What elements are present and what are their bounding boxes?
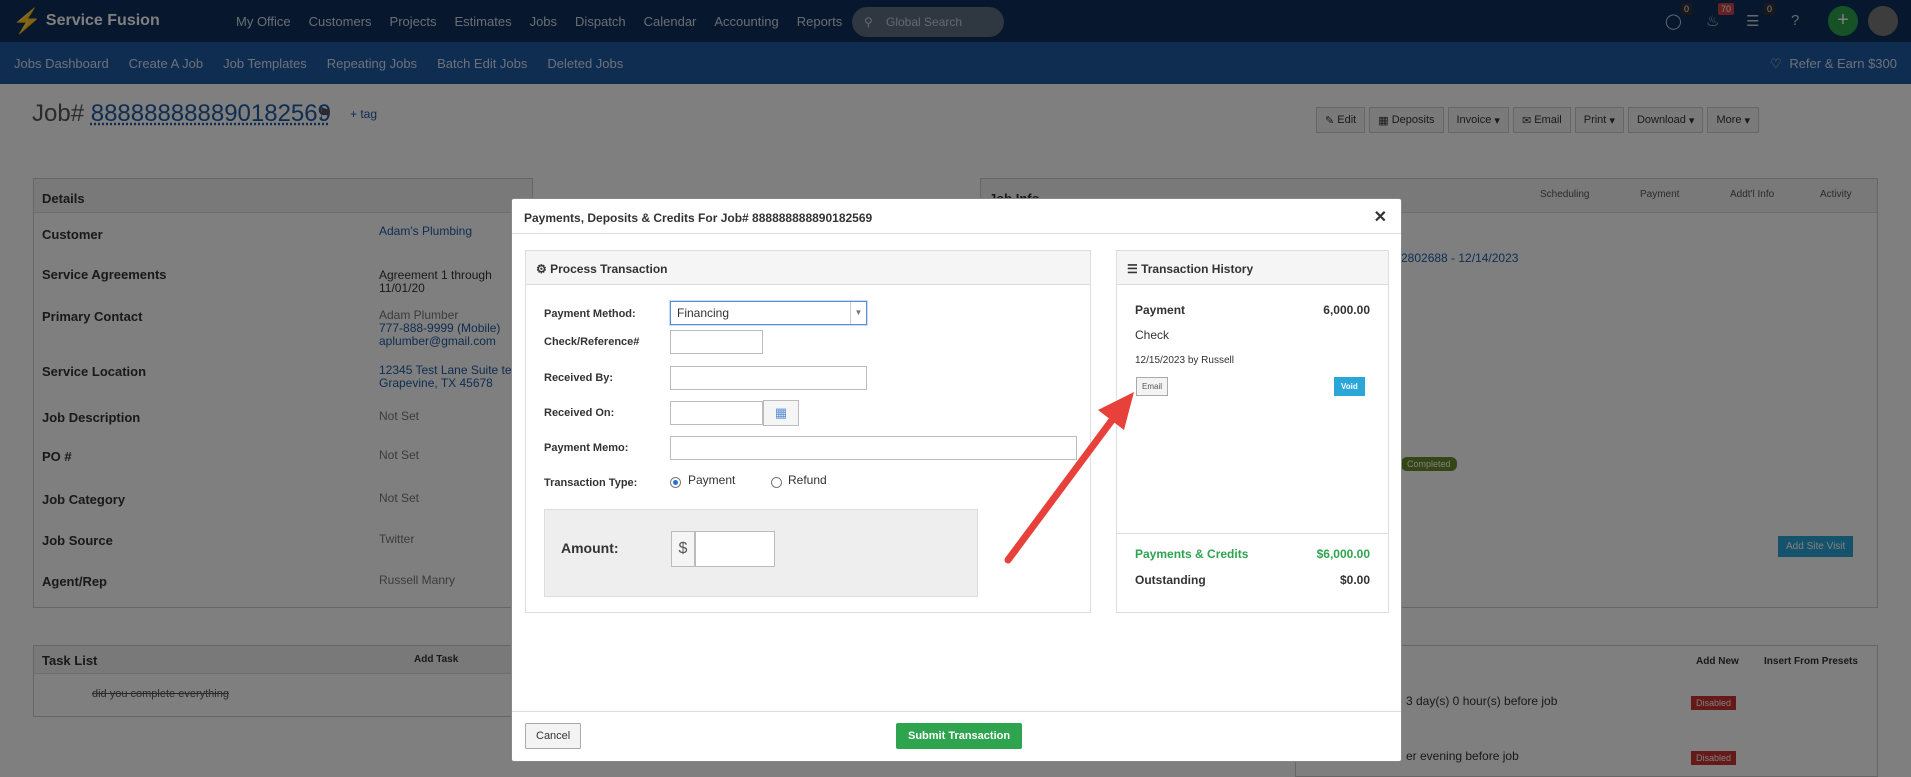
arrow-head (1098, 392, 1134, 430)
annotation-arrow (1004, 392, 1134, 564)
arrow-shaft (1004, 408, 1122, 564)
